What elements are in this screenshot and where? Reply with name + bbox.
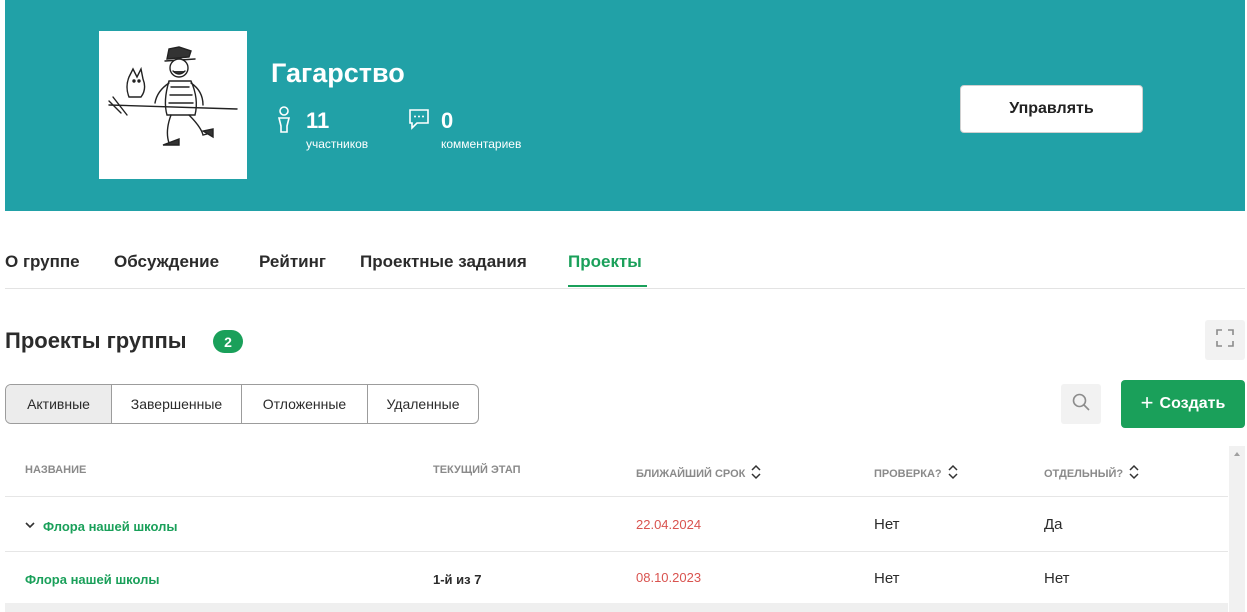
deadline-date: 22.04.2024: [636, 517, 702, 532]
members-label: участников: [306, 137, 369, 151]
row-divider: [5, 496, 1228, 497]
tab-discussion[interactable]: Обсуждение: [114, 252, 219, 272]
horizontal-scrollbar[interactable]: [5, 603, 1228, 612]
tab-project-tasks[interactable]: Проектные задания: [360, 252, 527, 272]
section-title: Проекты группы: [5, 328, 187, 353]
group-avatar: [99, 31, 247, 179]
header-separate[interactable]: ОТДЕЛЬНЫЙ?: [1044, 464, 1139, 483]
filter-postponed[interactable]: Отложенные: [242, 385, 368, 423]
separate-value: Нет: [1044, 570, 1070, 587]
header-deadline[interactable]: БЛИЖАЙШИЙ СРОК: [636, 464, 761, 483]
group-tabs: О группе Обсуждение Рейтинг Проектные за…: [5, 240, 1245, 289]
comments-count: 0: [441, 108, 454, 133]
sort-icon[interactable]: [751, 464, 761, 483]
current-stage: 1-й из 7: [433, 572, 482, 587]
vertical-scrollbar[interactable]: [1229, 446, 1245, 612]
header-name: НАЗВАНИЕ: [25, 464, 87, 476]
active-tab-indicator: [568, 285, 647, 287]
projects-count-badge: 2: [213, 330, 243, 353]
review-value: Нет: [874, 516, 900, 533]
create-project-button[interactable]: + Создать: [1121, 380, 1245, 428]
search-icon: [1071, 392, 1091, 417]
project-name-link[interactable]: Флора нашей школы: [25, 572, 159, 587]
manage-button[interactable]: Управлять: [960, 85, 1143, 133]
filter-completed[interactable]: Завершенные: [112, 385, 242, 423]
search-button[interactable]: [1061, 384, 1101, 424]
comment-icon: [408, 108, 430, 135]
filter-deleted[interactable]: Удаленные: [368, 385, 478, 423]
header-review[interactable]: ПРОВЕРКА?: [874, 464, 958, 483]
tab-projects[interactable]: Проекты: [568, 252, 642, 272]
fullscreen-button[interactable]: [1205, 320, 1245, 360]
status-filter-group: Активные Завершенные Отложенные Удаленны…: [5, 384, 479, 424]
group-title: Гагарство: [271, 58, 405, 88]
review-value: Нет: [874, 570, 900, 587]
comments-label: комментариев: [441, 137, 522, 151]
fullscreen-icon: [1215, 328, 1235, 353]
plus-icon: +: [1140, 390, 1154, 415]
header-stage: ТЕКУЩИЙ ЭТАП: [433, 464, 521, 476]
deadline-date: 08.10.2023: [636, 570, 702, 585]
tab-rating[interactable]: Рейтинг: [259, 252, 326, 272]
row-divider: [5, 551, 1228, 552]
filter-active[interactable]: Активные: [6, 385, 112, 423]
project-name-link[interactable]: Флора нашей школы: [43, 519, 177, 534]
chevron-down-icon[interactable]: [25, 518, 35, 533]
tab-about[interactable]: О группе: [5, 252, 80, 272]
sort-icon[interactable]: [1129, 464, 1139, 483]
members-count: 11: [306, 108, 330, 133]
separate-value: Да: [1044, 516, 1063, 533]
create-label: Создать: [1159, 395, 1226, 412]
person-icon: [276, 106, 292, 139]
sort-icon[interactable]: [948, 464, 958, 483]
